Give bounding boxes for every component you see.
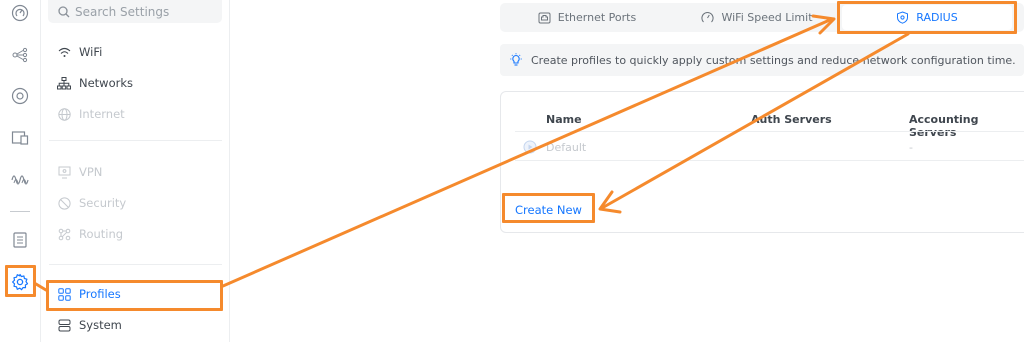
insights-icon[interactable] [10,169,30,189]
sidebar-item-wifi[interactable]: WiFi [49,38,221,66]
sidebar-item-label: Security [79,196,127,210]
sidebar-item-vpn: VPN [49,158,221,186]
devices-icon[interactable] [10,86,30,106]
shield-icon [57,196,71,210]
annotation-box-create-new [502,193,595,223]
sidebar-item-networks[interactable]: Networks [49,69,221,97]
sidebar-divider [49,264,222,265]
sidebar-item-routing: Routing [49,220,221,248]
banner-text: Create profiles to quickly apply custom … [531,53,1016,67]
tab-label: WiFi Speed Limit [721,11,813,24]
row-accounting-servers: - [909,141,913,154]
globe-icon [57,107,71,121]
annotation-box-radius [837,1,1017,34]
sidebar-item-label: WiFi [79,45,103,59]
tab-ethernet-ports[interactable]: Ethernet Ports [502,5,672,30]
search-box[interactable] [48,0,222,23]
logs-icon[interactable] [10,230,30,250]
sidebar-item-label: Routing [79,227,124,241]
info-banner: Create profiles to quickly apply custom … [500,44,1024,76]
speedometer-icon [701,11,715,24]
annotation-box-settings [5,265,36,297]
column-header-name: Name [546,113,582,126]
clients-icon[interactable] [10,128,30,148]
dashboard-icon[interactable] [10,3,30,23]
row-name: Default [546,141,587,154]
topology-icon[interactable] [10,45,30,65]
column-header-accounting-servers: Accounting Servers [909,113,979,139]
ethernet-port-icon [538,12,551,24]
search-icon [58,5,70,18]
wifi-icon [57,45,71,59]
sidebar-item-internet: Internet [49,100,221,128]
system-server-icon [57,318,71,332]
vpn-icon [57,165,71,179]
sidebar-item-label: VPN [79,165,103,179]
header-divider [515,131,1024,132]
lightbulb-icon [509,53,523,67]
sidebar-item-label: Internet [79,107,125,121]
sidebar-item-security: Security [49,189,221,217]
sidebar-item-label: Networks [79,76,134,90]
column-header-auth-servers: Auth Servers [751,113,832,126]
sidebar-item-label: System [79,318,122,332]
sidebar-item-system[interactable]: System [49,311,221,339]
network-tree-icon [57,76,71,90]
settings-page: WiFi Networks Internet VPN Security Rout… [0,0,1024,342]
default-profile-icon [523,140,537,154]
search-input[interactable] [75,4,215,19]
row-divider [515,160,1024,161]
tab-wifi-speed-limit[interactable]: WiFi Speed Limit [672,5,842,30]
tab-label: Ethernet Ports [557,11,637,24]
routing-icon [57,227,71,241]
sidebar-divider [49,140,222,141]
rail-divider [10,211,30,212]
annotation-box-profiles [46,280,223,311]
